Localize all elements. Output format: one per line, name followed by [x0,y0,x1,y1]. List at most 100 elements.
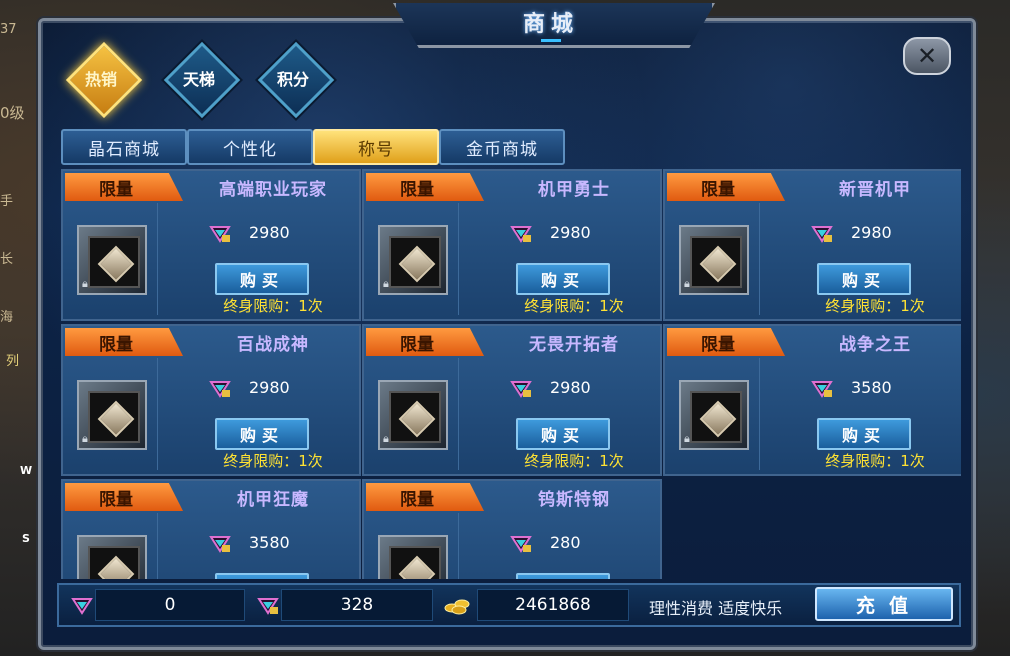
bound-crystal-balance: 328 [281,589,433,621]
category-tab-ladder[interactable]: 天梯 [163,41,241,119]
item-card: 限量 机甲勇士 🔒︎ 2980 购买 终身限购：1次 [362,169,662,321]
currency-bar: 0 328 2461868 理性消费 适度快乐 充值 [57,583,961,627]
item-icon-slot[interactable]: 🔒︎ [77,380,147,450]
tab-title[interactable]: 称号 [313,129,439,165]
hud-text-3: 海 [0,310,14,325]
buy-button[interactable]: 购买 [516,263,610,295]
purchase-limit: 终身限购：1次 [223,297,323,315]
shop-window: 商城 ✕ 热销 天梯 积分 晶石商城 个性化 称号 金币商城 限量 高端职业玩家… [38,3,976,650]
title-accent [541,39,561,42]
lock-icon: 🔒︎ [82,277,88,290]
card-divider [157,358,158,470]
tab-personalize[interactable]: 个性化 [187,129,313,165]
item-price: 280 [550,533,581,552]
gem-icon [398,400,436,438]
card-divider [458,358,459,470]
item-card: 限量 钨斯特钢 🔒︎ 280 购买 终身限购：1次 [362,479,662,579]
title-badge-icon [88,236,140,288]
item-icon-slot[interactable]: 🔒︎ [378,380,448,450]
category-tab-label: 积分 [276,70,309,89]
buy-button[interactable]: 购买 [215,418,309,450]
buy-button[interactable]: 购买 [215,263,309,295]
hud-text-2: 长 [0,252,14,267]
bound-crystal-icon [209,381,231,398]
item-price: 3580 [249,533,290,552]
item-name: 无畏开拓者 [529,335,619,355]
recharge-button[interactable]: 充值 [815,587,953,621]
item-card: 限量 百战成神 🔒︎ 2980 购买 终身限购：1次 [61,324,361,476]
tab-crystal-shop[interactable]: 晶石商城 [61,129,187,165]
item-card: 限量 新晋机甲 🔒︎ 2980 购买 终身限购：1次 [663,169,961,321]
card-divider [157,203,158,315]
title-badge-icon [88,546,140,579]
lock-icon: 🔒︎ [684,277,690,290]
item-price: 2980 [851,223,892,242]
buy-button[interactable]: 购买 [817,418,911,450]
buy-button[interactable]: 购买 [215,573,309,579]
card-divider [157,513,158,579]
limited-tag: 限量 [65,328,183,356]
item-card: 限量 战争之王 🔒︎ 3580 购买 终身限购：1次 [663,324,961,476]
close-icon: ✕ [916,42,938,70]
gem-icon [97,400,135,438]
hud-level: 0级 [0,104,25,122]
item-icon-slot[interactable]: 🔒︎ [679,225,749,295]
lock-icon: 🔒︎ [383,432,389,445]
close-button[interactable]: ✕ [903,37,951,75]
crystal-balance: 0 [95,589,245,621]
gem-icon [699,245,737,283]
category-tab-points[interactable]: 积分 [257,41,335,119]
limited-tag: 限量 [65,173,183,201]
card-divider [458,203,459,315]
item-grid: 限量 高端职业玩家 🔒︎ 2980 购买 终身限购：1次 限量 机甲勇士 🔒︎ … [61,169,961,579]
bound-crystal-icon [510,536,532,553]
card-divider [458,513,459,579]
card-divider [759,358,760,470]
purchase-limit: 终身限购：1次 [825,452,925,470]
bound-crystal-icon [811,381,833,398]
item-card: 限量 无畏开拓者 🔒︎ 2980 购买 终身限购：1次 [362,324,662,476]
tab-gold-shop[interactable]: 金币商城 [439,129,565,165]
limited-tag: 限量 [667,173,785,201]
title-badge-icon [88,391,140,443]
buy-button[interactable]: 购买 [516,418,610,450]
item-icon-slot[interactable]: 🔒︎ [77,225,147,295]
lock-icon: 🔒︎ [82,432,88,445]
purchase-limit: 终身限购：1次 [223,452,323,470]
gem-icon [97,245,135,283]
hud-number: 37 [0,22,17,37]
title-badge-icon [389,391,441,443]
bound-crystal-icon [811,226,833,243]
bound-crystal-icon [209,536,231,553]
item-name: 百战成神 [237,335,309,355]
item-name: 钨斯特钢 [538,490,610,510]
title-badge-icon [389,236,441,288]
bound-crystal-icon [510,226,532,243]
hud-text-1: 手 [0,194,14,209]
item-name: 机甲勇士 [538,180,610,200]
item-icon-slot[interactable]: 🔒︎ [77,535,147,579]
window-title: 商城 [522,12,579,37]
slogan-text: 理性消费 适度快乐 [649,599,783,618]
title-badge-icon [389,546,441,579]
item-icon-slot[interactable]: 🔒︎ [378,535,448,579]
item-icon-slot[interactable]: 🔒︎ [679,380,749,450]
item-icon-slot[interactable]: 🔒︎ [378,225,448,295]
lock-icon: 🔒︎ [684,432,690,445]
limited-tag: 限量 [65,483,183,511]
gold-coin-icon [444,599,470,615]
bound-crystal-icon [209,226,231,243]
card-divider [759,203,760,315]
gem-icon [398,555,436,579]
limited-tag: 限量 [667,328,785,356]
gold-balance: 2461868 [477,589,629,621]
item-price: 2980 [249,378,290,397]
category-tab-hot[interactable]: 热销 [65,41,143,119]
item-name: 战争之王 [839,335,911,355]
buy-button[interactable]: 购买 [817,263,911,295]
bound-crystal-icon [257,598,279,615]
gem-icon [97,555,135,579]
item-price: 2980 [550,378,591,397]
buy-button[interactable]: 购买 [516,573,610,579]
bound-crystal-icon [510,381,532,398]
